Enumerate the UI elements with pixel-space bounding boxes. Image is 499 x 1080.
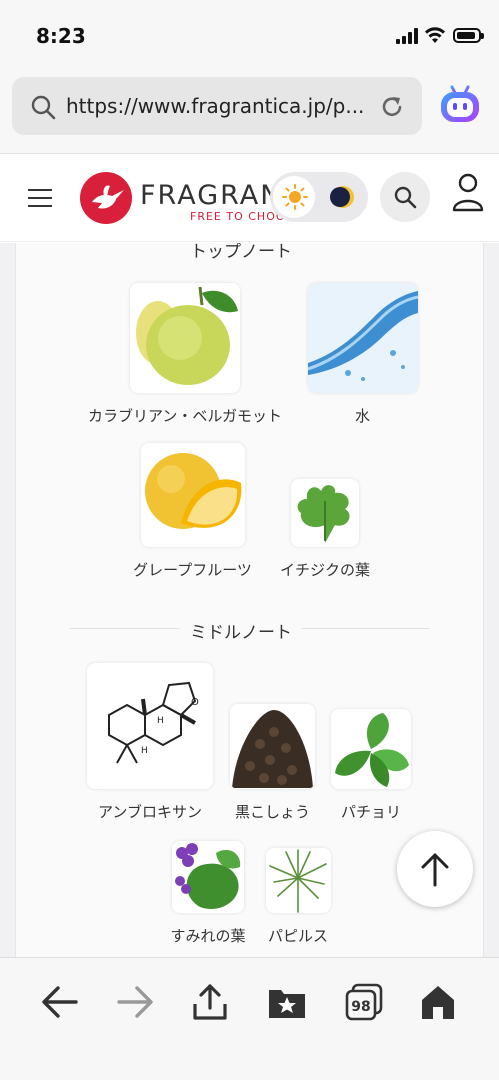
address-bar[interactable]: https://www.fragrantica.jp/p...: [12, 77, 422, 135]
note-item[interactable]: O H H アンブロキサン: [75, 663, 225, 822]
bergamot-icon: [130, 283, 240, 393]
note-item[interactable]: 黒こしょう: [225, 704, 320, 822]
assistant-bot-icon[interactable]: [438, 82, 482, 126]
water-icon: [307, 283, 418, 393]
back-icon[interactable]: [40, 982, 80, 1022]
cellular-signal-icon: [396, 28, 418, 44]
violet-leaf-icon: [172, 841, 244, 913]
site-header: FRAGRANTICA FREE TO CHOOSE: [0, 154, 499, 242]
home-icon[interactable]: [418, 982, 458, 1022]
note-item[interactable]: 水: [300, 283, 425, 426]
sun-icon: [282, 184, 308, 210]
arrow-up-icon: [421, 853, 449, 887]
search-icon: [31, 95, 56, 120]
note-label: イチジクの葉: [279, 561, 370, 579]
grapefruit-icon: [140, 443, 245, 547]
svg-text:H: H: [157, 716, 164, 726]
note-item[interactable]: パチョリ: [322, 709, 420, 822]
hummingbird-icon: [92, 185, 124, 209]
note-label: アンブロキサン: [98, 803, 202, 821]
note-label: 黒こしょう: [234, 803, 310, 821]
moon-icon: [330, 186, 354, 208]
tabs-icon[interactable]: 98: [344, 982, 384, 1022]
note-item[interactable]: カラブリアン・ベルガモット: [70, 283, 300, 426]
battery-icon: [453, 28, 484, 43]
svg-text:H: H: [141, 746, 148, 756]
bookmarks-icon[interactable]: [267, 982, 307, 1022]
svg-text:O: O: [191, 697, 199, 708]
menu-icon[interactable]: [28, 189, 52, 207]
wifi-icon: [425, 27, 445, 43]
share-icon[interactable]: [190, 982, 230, 1022]
note-label: すみれの葉: [170, 927, 246, 945]
status-bar: 8:23: [0, 0, 499, 62]
search-icon: [394, 186, 417, 209]
browser-toolbar: 98: [0, 957, 499, 1080]
forward-icon[interactable]: [115, 982, 155, 1022]
note-label: パピルス: [267, 927, 328, 945]
theme-toggle[interactable]: [270, 172, 368, 222]
papyrus-icon: [265, 848, 331, 913]
reload-icon[interactable]: [378, 93, 406, 121]
scroll-to-top-button[interactable]: [397, 831, 473, 907]
note-item[interactable]: すみれの葉: [163, 841, 253, 946]
middle-notes-title: ミドルノート: [180, 618, 302, 643]
molecule-icon: O H H: [87, 663, 213, 789]
top-notes-title: トップノート: [180, 243, 302, 262]
url-text: https://www.fragrantica.jp/p...: [66, 94, 365, 118]
site-search-button[interactable]: [380, 172, 430, 222]
note-label: カラブリアン・ベルガモット: [88, 407, 282, 425]
tabs-count: 98: [351, 999, 370, 1015]
browser-address-area: https://www.fragrantica.jp/p...: [0, 62, 499, 154]
patchouli-icon: [331, 709, 411, 789]
note-item[interactable]: グレープフルーツ: [115, 443, 270, 580]
fig-leaf-icon: [291, 479, 359, 547]
note-item[interactable]: イチジクの葉: [270, 479, 380, 580]
note-label: 水: [354, 407, 370, 425]
black-pepper-icon: [230, 704, 315, 789]
user-icon[interactable]: [450, 172, 486, 214]
note-item[interactable]: パピルス: [257, 848, 339, 946]
note-label: グレープフルーツ: [133, 561, 252, 579]
fragrantica-logo[interactable]: [80, 172, 132, 224]
note-label: パチョリ: [340, 803, 401, 821]
status-time: 8:23: [36, 24, 86, 48]
